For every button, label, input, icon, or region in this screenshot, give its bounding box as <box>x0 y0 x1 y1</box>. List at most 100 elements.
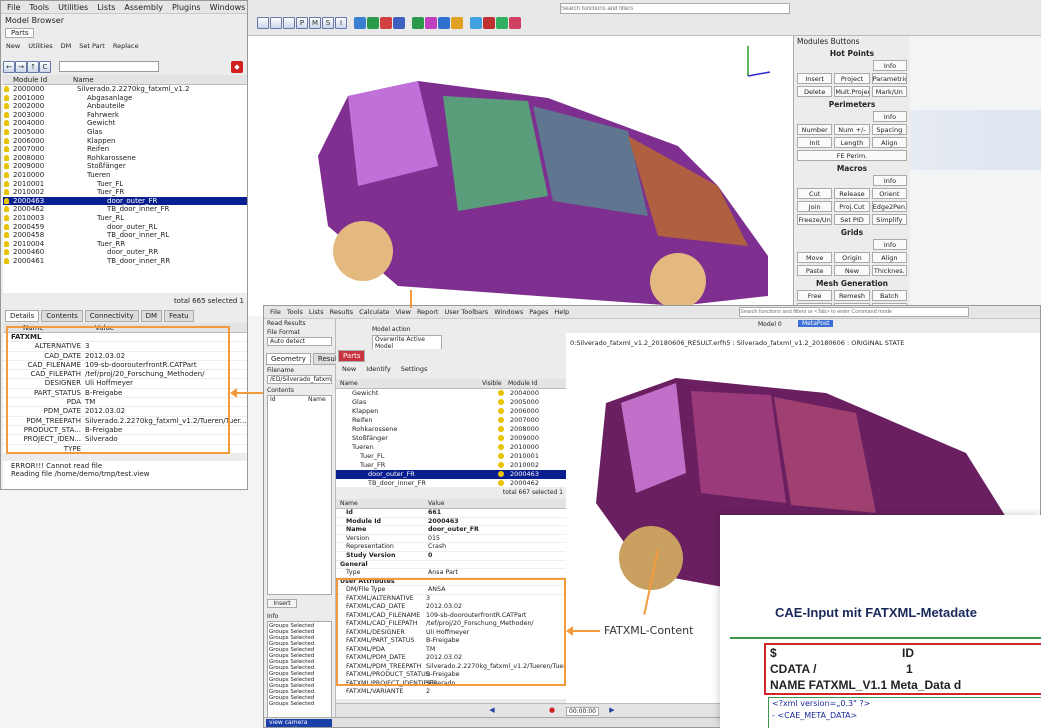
module-button[interactable]: Align <box>871 137 907 148</box>
stop-icon[interactable]: ● <box>546 705 558 717</box>
visibility-bulb-icon[interactable] <box>4 214 9 221</box>
toolbar-p-icon[interactable]: P <box>296 17 308 29</box>
module-button[interactable]: Number <box>797 124 833 135</box>
parts-row[interactable]: Rohkarossene 2008000 <box>336 425 566 434</box>
module-button[interactable]: Edge2Pen. <box>871 201 907 212</box>
parts-row[interactable]: Glas 2005000 <box>336 398 566 407</box>
tool-icon[interactable] <box>354 17 366 29</box>
module-button[interactable]: Delete <box>797 86 833 97</box>
module-button[interactable]: Align <box>871 252 907 263</box>
visibility-bulb-icon[interactable] <box>4 163 9 170</box>
menu-lists[interactable]: Lists <box>309 308 324 316</box>
module-section-title[interactable]: Perimeters <box>794 99 910 111</box>
visibility-bulb-icon[interactable] <box>4 197 9 204</box>
menu-lists[interactable]: Lists <box>97 3 115 12</box>
module-button[interactable]: Batch <box>871 290 907 301</box>
tool-icon[interactable] <box>470 17 482 29</box>
contents-list[interactable]: Id Name <box>267 395 332 595</box>
module-button[interactable]: Insert <box>797 73 833 84</box>
tree-row[interactable]: 2007000 Reifen <box>3 145 247 154</box>
parts-row[interactable]: Tuer_FR 2010002 <box>336 461 566 470</box>
module-button[interactable]: Info <box>873 239 907 250</box>
module-section-title[interactable]: Mesh Generation <box>794 278 910 290</box>
parts-new-button[interactable]: New <box>338 364 360 374</box>
visibility-bulb-icon[interactable] <box>4 180 9 187</box>
module-button[interactable]: Paste <box>797 265 833 276</box>
module-button[interactable]: FE Perim. <box>797 150 907 161</box>
menu-file[interactable]: File <box>270 308 281 316</box>
toolbar-replace-button[interactable]: Replace <box>113 42 139 50</box>
visibility-bulb-icon[interactable] <box>4 223 9 230</box>
toolbar-set-part-button[interactable]: Set Part <box>79 42 105 50</box>
menu-utilities[interactable]: Utilities <box>58 3 88 12</box>
parts-row[interactable]: Stoßfänger 2009000 <box>336 434 566 443</box>
search-functions-input[interactable] <box>560 3 790 14</box>
tree-row[interactable]: 2000459 door_outer_RL <box>3 223 247 232</box>
tree-row[interactable]: 2000000 Silverado.2.2270kg_fatxml_v1.2 <box>3 85 247 94</box>
module-button[interactable]: Simplify <box>871 214 907 225</box>
visibility-bulb-icon[interactable] <box>4 232 9 239</box>
visibility-bulb-icon[interactable] <box>4 189 9 196</box>
tree-row[interactable]: 2010002 Tuer_FR <box>3 188 247 197</box>
menu-report[interactable]: Report <box>417 308 439 316</box>
visibility-bulb-icon[interactable] <box>4 120 9 127</box>
tab-connectivity[interactable]: Connectivity <box>84 310 139 322</box>
tree-row[interactable]: 2002000 Anbauteile <box>3 102 247 111</box>
tab-parts[interactable]: Parts <box>5 28 35 38</box>
forward-icon[interactable]: → <box>15 61 27 73</box>
file-format-select[interactable]: Auto detect <box>267 337 332 346</box>
search-input[interactable] <box>59 61 159 72</box>
visibility-bulb-icon[interactable] <box>4 94 9 101</box>
toolbar-m-icon[interactable]: M <box>309 17 321 29</box>
tree-row[interactable]: 2006000 Klappen <box>3 137 247 146</box>
tree-row[interactable]: 2004000 Gewicht <box>3 119 247 128</box>
toolbar-dm-button[interactable]: DM <box>61 42 72 50</box>
tool-icon[interactable] <box>451 17 463 29</box>
visibility-bulb-icon[interactable] <box>498 471 504 477</box>
model-select[interactable]: MetaPost <box>798 320 834 327</box>
tab-contents[interactable]: Contents <box>41 310 83 322</box>
menu-pages[interactable]: Pages <box>529 308 548 316</box>
grid-view-icon[interactable] <box>283 17 295 29</box>
toolbar-s-icon[interactable]: S <box>322 17 334 29</box>
tree-row[interactable]: 2005000 Glas <box>3 128 247 137</box>
col-name[interactable]: Name <box>340 379 358 389</box>
visibility-bulb-icon[interactable] <box>4 103 9 110</box>
menu-plugins[interactable]: Plugins <box>172 3 201 12</box>
play-icon[interactable]: ▶ <box>606 705 618 717</box>
module-button[interactable]: Length <box>834 137 870 148</box>
visibility-bulb-icon[interactable] <box>498 435 504 441</box>
menu-tools[interactable]: Tools <box>287 308 303 316</box>
module-button[interactable]: Move <box>797 252 833 263</box>
visibility-bulb-icon[interactable] <box>4 249 9 256</box>
visibility-bulb-icon[interactable] <box>4 137 9 144</box>
parts-identify-button[interactable]: Identify <box>362 364 395 374</box>
3d-viewport-main[interactable] <box>248 36 793 316</box>
parts-settings-button[interactable]: Settings <box>397 364 432 374</box>
menu-windows[interactable]: Windows <box>210 3 246 12</box>
menu-calculate[interactable]: Calculate <box>359 308 389 316</box>
module-button[interactable]: Orient <box>871 188 907 199</box>
play-back-icon[interactable]: ◀ <box>486 705 498 717</box>
visibility-bulb-icon[interactable] <box>498 480 504 486</box>
parts-row[interactable]: Gewicht 2004000 <box>336 389 566 398</box>
visibility-bulb-icon[interactable] <box>4 86 9 92</box>
module-button[interactable]: Cut <box>797 188 833 199</box>
tool-icon[interactable] <box>509 17 521 29</box>
grid-view-icon[interactable] <box>257 17 269 29</box>
module-section-title[interactable]: Macros <box>794 163 910 175</box>
module-button[interactable]: Freeze/Un <box>797 214 833 225</box>
module-section-title[interactable]: Grids <box>794 227 910 239</box>
visibility-bulb-icon[interactable] <box>4 206 9 213</box>
tool-icon[interactable] <box>393 17 405 29</box>
visibility-bulb-icon[interactable] <box>498 453 504 459</box>
tool-icon[interactable] <box>380 17 392 29</box>
menu-assembly[interactable]: Assembly <box>124 3 163 12</box>
parts-row[interactable]: door_outer_FR 2000463 <box>336 470 566 479</box>
visibility-bulb-icon[interactable] <box>4 257 9 264</box>
module-button[interactable]: Set PID <box>834 214 870 225</box>
back-icon[interactable]: ← <box>3 61 15 73</box>
parts-row[interactable]: Tuer_FL 2010001 <box>336 452 566 461</box>
tool-icon[interactable] <box>496 17 508 29</box>
tab-featu[interactable]: Featu <box>164 310 194 322</box>
